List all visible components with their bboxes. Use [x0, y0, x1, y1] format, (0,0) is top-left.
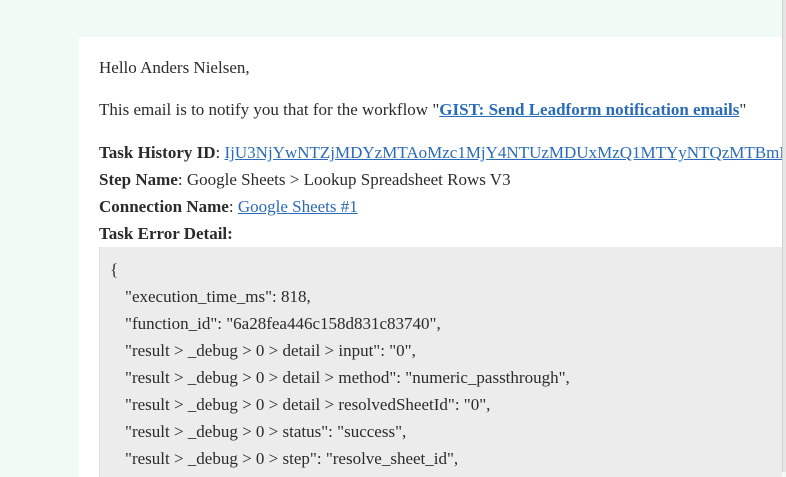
notify-prefix: This email is to notify you that for the… — [99, 100, 440, 119]
task-history-id-link[interactable]: IjU3NjYwNTZjMDYzMTAoMzc1MjY4NTUzMDUxMzQ1… — [225, 143, 783, 162]
notify-suffix: " — [739, 100, 747, 119]
code-line: "function_id": "6a28fea446c158d831c83740… — [125, 314, 441, 333]
workflow-link[interactable]: GIST: Send Leadform notification emails — [439, 100, 739, 119]
task-history-id-separator: : — [215, 143, 225, 162]
task-error-detail-label: Task Error Detail: — [99, 224, 233, 243]
code-line: "result > _debug > 0 > detail > input": … — [125, 341, 416, 360]
connection-name-link[interactable]: Google Sheets #1 — [238, 197, 358, 216]
window-scroll-edge[interactable] — [782, 0, 786, 472]
code-line: "execution_time_ms": 818, — [125, 287, 311, 306]
workflow-notification-text: This email is to notify you that for the… — [99, 100, 746, 120]
connection-name-separator: : — [228, 197, 238, 216]
code-open-brace: { — [110, 260, 119, 279]
code-line: "result > _debug > 0 > step": "resolve_s… — [125, 449, 459, 468]
task-error-detail-row: Task Error Detail: — [99, 224, 233, 244]
email-card: Hello Anders Nielsen, This email is to n… — [79, 37, 782, 477]
step-name-separator: : — [177, 170, 187, 189]
email-greeting: Hello Anders Nielsen, — [99, 58, 250, 77]
connection-name-row: Connection Name: Google Sheets #1 — [99, 197, 358, 217]
step-name-value: Google Sheets > Lookup Spreadsheet Rows … — [186, 170, 511, 189]
code-line: "result > _debug > 0 > detail > resolved… — [125, 395, 491, 414]
step-name-label: Step Name — [99, 170, 178, 189]
code-line: "result > _debug > 0 > status": "success… — [125, 422, 407, 441]
code-line: "result > _debug > 0 > detail > method":… — [125, 368, 570, 387]
error-detail-code-block: { "execution_time_ms": 818, "function_id… — [99, 247, 782, 477]
step-name-row: Step Name: Google Sheets > Lookup Spread… — [99, 170, 511, 190]
task-history-id-label: Task History ID — [99, 143, 216, 162]
connection-name-label: Connection Name — [99, 197, 229, 216]
task-history-id-row: Task History ID: IjU3NjYwNTZjMDYzMTAoMzc… — [99, 143, 782, 163]
